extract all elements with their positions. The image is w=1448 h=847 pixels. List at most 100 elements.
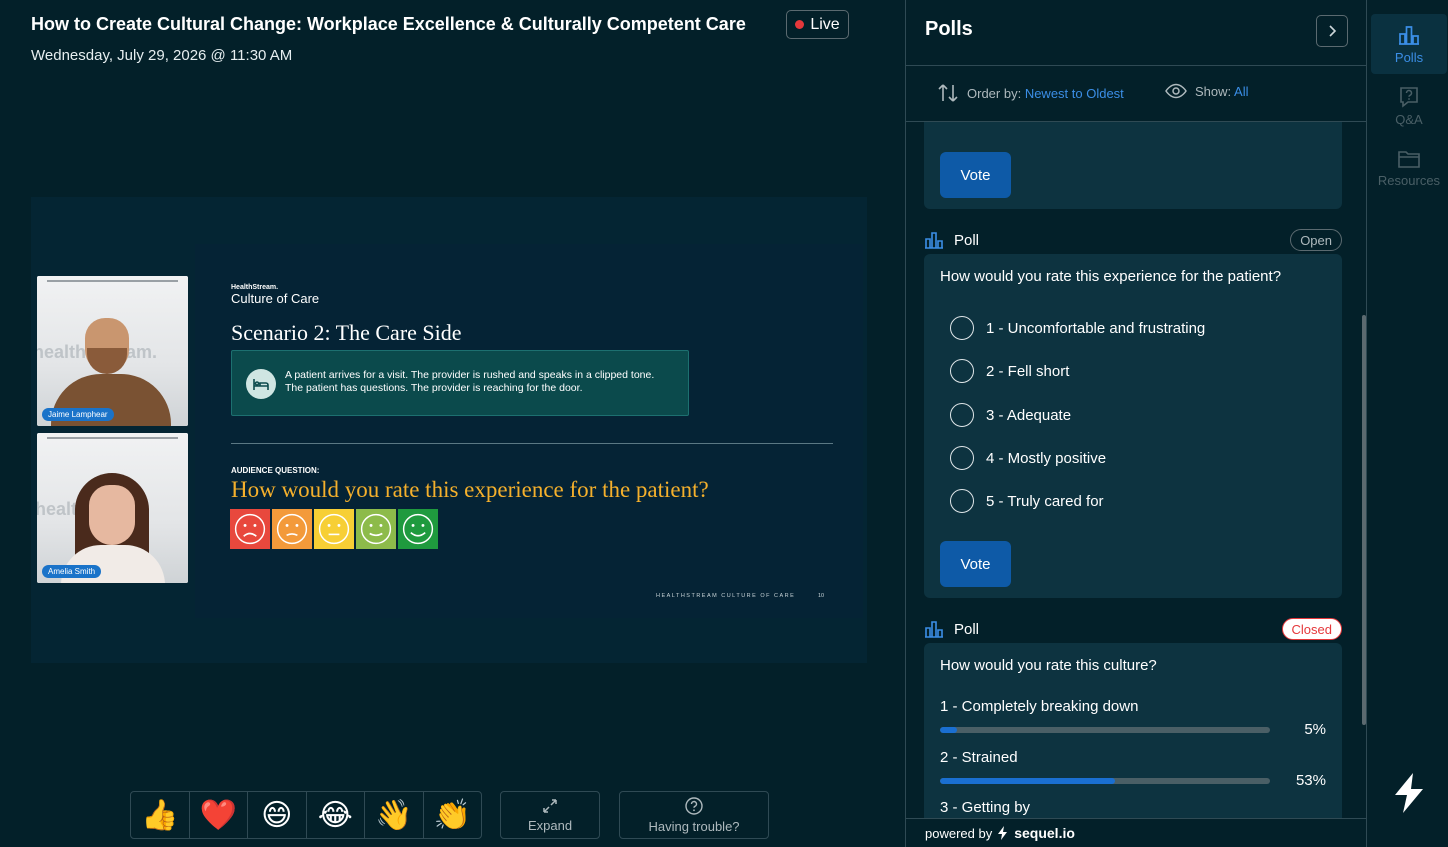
poll-option[interactable]: 1 - Uncomfortable and frustrating [950,316,1205,340]
poll-result-label: 3 - Getting by [940,799,1031,816]
main-stage: How to Create Cultural Change: Workplace… [0,0,905,847]
poll-option-label: 1 - Uncomfortable and frustrating [986,319,1206,337]
slide-scenario-text: A patient arrives for a visit. The provi… [285,369,655,394]
hospital-bed-icon [246,369,276,399]
event-date: Wednesday, July 29, 2026 @ 11:30 AM [31,47,293,64]
poll-result-percent: 5% [1304,721,1326,738]
slide-brand: Culture of Care [231,291,320,306]
participant-video-1: health eam. Jaime Lamphear [37,276,188,426]
order-label: Order by: [967,85,1022,101]
slide-scenario-title: Scenario 2: The Care Side [231,320,462,345]
rating-face-icon [272,509,312,549]
poll-status-badge: Closed [1281,618,1342,640]
polls-title: Polls [925,18,973,40]
polls-list[interactable]: Vote Poll Open How would you rate this e… [906,122,1366,818]
radio-button[interactable] [950,359,974,383]
sequel-bolt-icon [998,826,1008,840]
expand-button[interactable]: Expand [500,791,600,839]
polls-icon [1399,25,1419,45]
rating-face-icon [398,509,438,549]
poll-status-badge: Open [1290,229,1342,251]
reaction-clap-icon[interactable]: 👏 [424,792,482,838]
participant-video-2: health Amelia Smith [37,433,188,583]
radio-button[interactable] [950,403,974,427]
rail-item-label: Q&A [1395,111,1423,127]
radio-button[interactable] [950,489,974,513]
poll-question: How would you rate this experience for t… [940,268,1282,285]
poll-result-label: 1 - Completely breaking down [940,698,1139,715]
sort-icon [938,84,958,102]
reaction-thumbs-up-icon[interactable]: 👍 [131,792,190,838]
collapse-panel-button[interactable] [1316,15,1348,47]
poll-card-closed: How would you rate this culture? 1 - Com… [924,643,1342,818]
poll-option[interactable]: 4 - Mostly positive [950,446,1106,470]
qa-icon [1400,86,1418,108]
reaction-heart-icon[interactable]: ❤️ [190,792,248,838]
chevron-right-icon [1329,25,1337,37]
reaction-laugh-icon[interactable]: 😂 [307,792,365,838]
rail-item-polls[interactable]: Polls [1371,14,1447,74]
poll-result-bar [940,727,1270,733]
reaction-wave-icon[interactable]: 👋 [365,792,424,838]
expand-label: Expand [527,817,573,833]
slide-footer: HEALTHSTREAM CULTURE OF CARE [656,593,796,599]
poll-chart-icon [925,621,943,638]
poll-type-label: Poll [954,231,980,249]
slide-audience-question: How would you rate this experience for t… [231,477,709,502]
live-label: Live [810,15,840,33]
poll-result-label: 2 - Strained [940,749,1018,766]
slide-scenario-box: A patient arrives for a visit. The provi… [231,350,689,416]
rail-item-resources[interactable]: Resources [1371,138,1447,198]
poll-option[interactable]: 5 - Truly cared for [950,489,1104,513]
participant-name-tag: Jaime Lamphear [42,408,114,421]
order-by-control[interactable]: Order by: Newest to Oldest [937,83,1124,103]
radio-button[interactable] [950,316,974,340]
expand-icon [543,798,557,813]
polls-panel: Polls Order by: Newest to Oldest Show: A… [905,0,1366,847]
rail-item-qa[interactable]: Q&A [1371,76,1447,136]
vote-button[interactable]: Vote [940,541,1011,587]
having-trouble-button[interactable]: Having trouble? [619,791,769,839]
rail-item-label: Polls [1394,49,1424,65]
powered-by[interactable]: powered by sequel.io [906,818,1366,847]
poll-result-percent: 53% [1295,772,1326,789]
eye-icon [1165,83,1187,99]
poll-question: How would you rate this culture? [940,657,1157,674]
rating-face-icon [314,509,354,549]
radio-button[interactable] [950,446,974,470]
poll-result-bar [940,778,1270,784]
poll-type-label: Poll [954,620,980,638]
rating-face-icon [356,509,396,549]
poll-option-label: 2 - Fell short [986,362,1070,380]
rail-item-label: Resources [1377,172,1441,188]
poll-header-closed: Poll Closed [924,616,1342,642]
live-dot-icon [795,20,805,29]
slide-page-number: 10 [818,593,825,599]
having-trouble-label: Having trouble? [648,818,740,834]
poll-chart-icon [925,232,943,249]
poll-card-open: How would you rate this experience for t… [924,254,1342,598]
show-filter-control[interactable]: Show: All [1165,83,1249,99]
folder-icon [1398,150,1420,168]
rating-faces [230,509,438,549]
help-circle-icon [685,796,703,815]
poll-option-label: 4 - Mostly positive [986,449,1107,467]
vote-button[interactable]: Vote [940,152,1011,198]
slide-brand-small: HealthStream. [231,284,279,291]
event-title: How to Create Cultural Change: Workplace… [31,14,746,34]
poll-option-label: 3 - Adequate [986,406,1072,424]
powered-brand: sequel.io [1014,825,1075,841]
live-badge: Live [786,10,849,39]
slide-audience-label: AUDIENCE QUESTION: [231,466,320,475]
polls-header: Polls [906,0,1366,66]
polls-filter-bar: Order by: Newest to Oldest Show: All [906,66,1366,122]
poll-card-previous: Vote [924,122,1342,209]
order-value-link[interactable]: Newest to Oldest [1025,86,1124,101]
reaction-grin-icon[interactable]: 😄 [248,792,307,838]
show-label: Show: [1195,83,1232,99]
show-value-link[interactable]: All [1234,84,1248,99]
sequel-logo-icon [1395,773,1423,813]
poll-option[interactable]: 3 - Adequate [950,403,1071,427]
poll-option[interactable]: 2 - Fell short [950,359,1069,383]
reaction-bar: 👍 ❤️ 😄 😂 👋 👏 [130,791,482,839]
